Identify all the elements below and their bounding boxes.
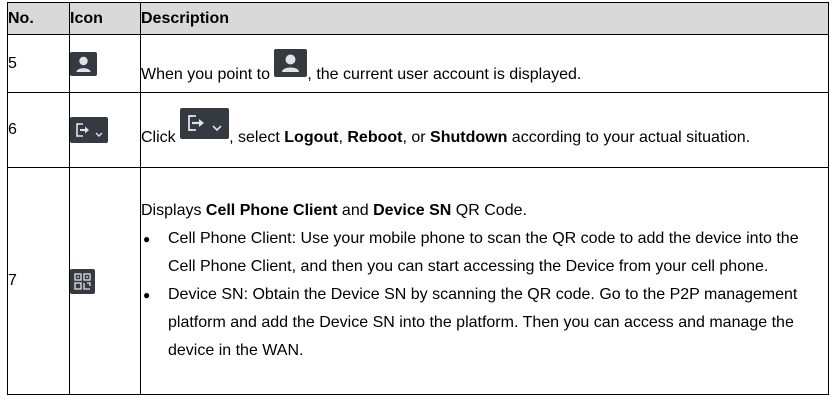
description-table: No. Icon Description 5 When you point to…: [7, 2, 829, 395]
icon-cell: [69, 34, 141, 93]
bullet-list: ● Cell Phone Client: Use your mobile pho…: [141, 225, 828, 365]
table-row: 7 Displays Cell Phone Client and Device …: [7, 167, 829, 395]
header-icon: Icon: [69, 2, 141, 35]
logout-option: Logout: [284, 129, 339, 146]
bullet-icon: ●: [143, 232, 151, 246]
desc-text: and: [337, 202, 374, 219]
header-description: Description: [140, 2, 829, 35]
logout-menu-icon: [70, 117, 108, 143]
cell-phone-client-label: Cell Phone Client: [205, 202, 338, 219]
row-number: 5: [7, 34, 70, 93]
desc-text: Displays: [141, 202, 206, 219]
table-row: 6 Click , select Logout, Reboot, or Shut…: [7, 92, 829, 168]
shutdown-option: Shutdown: [430, 129, 508, 146]
desc-text: When you point to: [141, 65, 270, 83]
user-account-icon: [274, 48, 308, 77]
description-cell: Displays Cell Phone Client and Device SN…: [140, 167, 829, 395]
qr-code-icon: [70, 268, 95, 294]
table-row: 5 When you point to , the current user a…: [7, 34, 829, 93]
list-item: ● Cell Phone Client: Use your mobile pho…: [141, 225, 828, 281]
desc-text: according to your actual situation.: [507, 129, 751, 146]
qr-intro: Displays Cell Phone Client and Device SN…: [141, 197, 828, 225]
row-number: 7: [7, 167, 70, 395]
icon-cell: [69, 167, 141, 395]
logout-menu-icon: [180, 108, 230, 139]
desc-text: , the current user account is displayed.: [307, 65, 582, 83]
description-cell: Click , select Logout, Reboot, or Shutdo…: [140, 92, 829, 168]
bullet-icon: ●: [143, 288, 151, 302]
desc-text: , select: [229, 129, 285, 146]
bullet-text: Device SN: Obtain the Device SN by scann…: [168, 286, 798, 359]
desc-text: , or: [402, 129, 431, 146]
description-cell: When you point to , the current user acc…: [140, 34, 829, 93]
icon-cell: [69, 92, 141, 168]
user-account-icon: [70, 51, 97, 76]
list-item: ● Device SN: Obtain the Device SN by sca…: [141, 281, 828, 365]
reboot-option: Reboot: [347, 129, 403, 146]
header-no: No.: [7, 2, 70, 35]
desc-text: QR Code.: [451, 202, 527, 219]
desc-text: Click: [141, 129, 176, 146]
row-number: 6: [7, 92, 70, 168]
device-sn-label: Device SN: [373, 202, 452, 219]
bullet-text: Cell Phone Client: Use your mobile phone…: [168, 230, 799, 275]
table-header-row: No. Icon Description: [7, 2, 829, 35]
